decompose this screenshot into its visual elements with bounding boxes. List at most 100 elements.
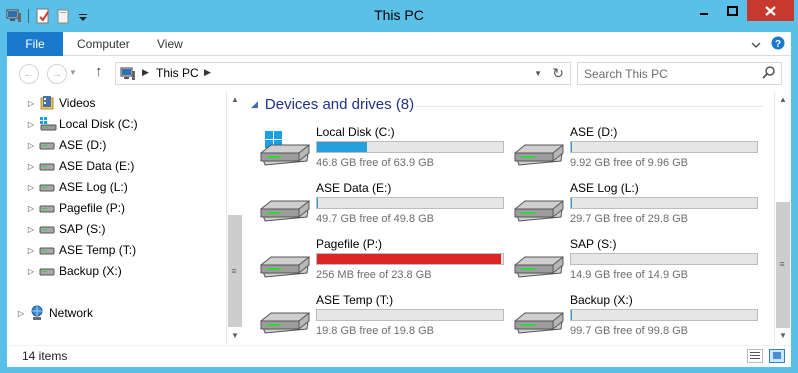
nav-item-ase-d[interactable]: ▷ ASE (D:) <box>27 135 106 155</box>
large-icons-view-button[interactable] <box>769 349 785 363</box>
tab-computer[interactable]: Computer <box>77 32 130 56</box>
drive-tile[interactable]: ASE Temp (T:) 19.8 GB free of 19.8 GB <box>255 293 505 347</box>
forward-button[interactable]: → <box>47 64 67 84</box>
navigation-pane[interactable]: ▷ Videos ▷ Local Disk (C:) ▷ ASE (D:) ▷ <box>7 92 243 345</box>
nav-item-label: Pagefile (P:) <box>59 201 126 215</box>
help-icon[interactable]: ? <box>771 36 785 53</box>
nav-item-label: ASE (D:) <box>59 138 107 152</box>
drive-icon <box>257 187 311 227</box>
drive-icon <box>39 158 55 174</box>
expand-arrow-icon[interactable]: ▷ <box>27 183 35 192</box>
scrollbar-grip-icon: ≡ <box>779 259 785 269</box>
drive-tile[interactable]: Backup (X:) 99.7 GB free of 99.8 GB <box>509 293 759 347</box>
scroll-up-icon[interactable]: ▲ <box>227 92 243 108</box>
videos-folder-icon <box>39 95 55 111</box>
drive-tile[interactable]: Local Disk (C:) 46.8 GB free of 63.9 GB <box>255 125 505 179</box>
drive-icon <box>39 221 55 237</box>
nav-item-backup-x[interactable]: ▷ Backup (X:) <box>27 261 122 281</box>
drive-tile[interactable]: ASE Data (E:) 49.7 GB free of 49.8 GB <box>255 181 505 235</box>
address-dropdown-icon[interactable]: ▼ <box>534 69 542 78</box>
minimize-button[interactable] <box>689 0 718 21</box>
large-icons-view-icon <box>773 352 781 359</box>
nav-item-network[interactable]: ▷ Network <box>17 303 93 323</box>
drive-tile[interactable]: Pagefile (P:) 256 MB free of 23.8 GB <box>255 237 505 291</box>
scroll-down-icon[interactable]: ▼ <box>227 328 243 344</box>
search-icon[interactable] <box>762 65 776 82</box>
expand-arrow-icon[interactable]: ▷ <box>27 162 35 171</box>
group-header-devices[interactable]: ◢ Devices and drives (8) <box>251 96 414 113</box>
window-controls <box>689 0 794 21</box>
nav-item-ase-data-e[interactable]: ▷ ASE Data (E:) <box>27 156 134 176</box>
drive-free-space: 9.92 GB free of 9.96 GB <box>570 157 689 169</box>
drive-free-space: 14.9 GB free of 14.9 GB <box>570 269 689 281</box>
collapse-chevron-icon[interactable]: ◢ <box>251 99 258 110</box>
up-button[interactable]: ↑ <box>95 63 103 80</box>
drive-tile[interactable]: ASE (D:) 9.92 GB free of 9.96 GB <box>509 125 759 179</box>
maximize-button[interactable] <box>718 0 747 21</box>
drive-icon <box>511 299 565 339</box>
nav-item-pagefile-p[interactable]: ▷ Pagefile (P:) <box>27 198 125 218</box>
tab-file[interactable]: File <box>7 32 63 56</box>
drive-name: Pagefile (P:) <box>316 237 383 251</box>
drive-tile[interactable]: SAP (S:) 14.9 GB free of 14.9 GB <box>509 237 759 291</box>
view-switcher <box>747 349 785 363</box>
minimize-icon <box>699 12 708 15</box>
expand-ribbon-icon[interactable] <box>751 38 761 52</box>
scroll-up-icon[interactable]: ▲ <box>775 92 791 108</box>
breadcrumb-chevron-icon[interactable]: ▶ <box>204 67 211 78</box>
drive-name: SAP (S:) <box>570 237 617 251</box>
drive-name: Backup (X:) <box>570 293 633 307</box>
group-divider <box>415 106 763 107</box>
expand-arrow-icon[interactable]: ▷ <box>27 246 35 255</box>
nav-item-local-disk-c[interactable]: ▷ Local Disk (C:) <box>27 114 138 134</box>
nav-item-sap-s[interactable]: ▷ SAP (S:) <box>27 219 106 239</box>
nav-item-label: Backup (X:) <box>59 264 122 278</box>
expand-arrow-icon[interactable]: ▷ <box>27 267 35 276</box>
nav-item-label: Local Disk (C:) <box>59 117 138 131</box>
drive-tile[interactable]: ASE Log (L:) 29.7 GB free of 29.8 GB <box>509 181 759 235</box>
drive-free-space: 256 MB free of 23.8 GB <box>316 269 432 281</box>
nav-item-ase-temp-t[interactable]: ▷ ASE Temp (T:) <box>27 240 136 260</box>
drive-icon <box>511 131 565 171</box>
title-bar[interactable]: This PC <box>0 0 798 32</box>
drive-name: Local Disk (C:) <box>316 125 395 139</box>
details-view-button[interactable] <box>747 349 763 363</box>
drive-name: ASE (D:) <box>570 125 618 139</box>
recent-locations-button[interactable]: ▼ <box>69 68 77 77</box>
back-button[interactable]: ← <box>19 64 39 84</box>
nav-item-ase-log-l[interactable]: ▷ ASE Log (L:) <box>27 177 128 197</box>
svg-text:?: ? <box>775 39 781 50</box>
expand-arrow-icon[interactable]: ▷ <box>27 120 35 129</box>
close-button[interactable] <box>747 0 794 21</box>
expand-arrow-icon[interactable]: ▷ <box>27 141 35 150</box>
scroll-down-icon[interactable]: ▼ <box>775 328 791 344</box>
nav-pane-scrollbar[interactable]: ▲ ≡ ▼ <box>226 92 243 345</box>
content-scrollbar[interactable]: ▲ ≡ ▼ <box>774 92 791 345</box>
nav-item-videos[interactable]: ▷ Videos <box>27 93 95 113</box>
up-arrow-icon: ↑ <box>95 63 103 80</box>
expand-arrow-icon[interactable]: ▷ <box>17 309 25 318</box>
expand-arrow-icon[interactable]: ▷ <box>27 225 35 234</box>
nav-item-label: SAP (S:) <box>59 222 106 236</box>
drive-icon <box>39 179 55 195</box>
breadcrumb-this-pc[interactable]: This PC <box>156 66 199 80</box>
this-pc-icon <box>120 66 136 85</box>
scrollbar-grip-icon: ≡ <box>231 266 237 276</box>
nav-item-label: ASE Temp (T:) <box>59 243 137 257</box>
search-input[interactable] <box>584 66 754 82</box>
address-bar[interactable]: ▶ This PC ▶ ▼ ↻ <box>115 62 571 85</box>
drive-icon <box>39 242 55 258</box>
refresh-icon[interactable]: ↻ <box>552 65 564 82</box>
window-title: This PC <box>374 7 424 23</box>
tab-view[interactable]: View <box>157 32 183 56</box>
drive-name: ASE Temp (T:) <box>316 293 394 307</box>
nav-item-label: ASE Data (E:) <box>59 159 135 173</box>
drive-usage-fill <box>571 198 572 208</box>
content-pane[interactable]: ◢ Devices and drives (8) Local Disk (C:)… <box>243 92 791 345</box>
breadcrumb-separator-icon[interactable]: ▶ <box>142 67 149 78</box>
expand-arrow-icon[interactable]: ▷ <box>27 99 35 108</box>
network-icon <box>29 305 45 321</box>
expand-arrow-icon[interactable]: ▷ <box>27 204 35 213</box>
search-box[interactable] <box>577 62 782 85</box>
drive-usage-fill <box>571 142 572 152</box>
